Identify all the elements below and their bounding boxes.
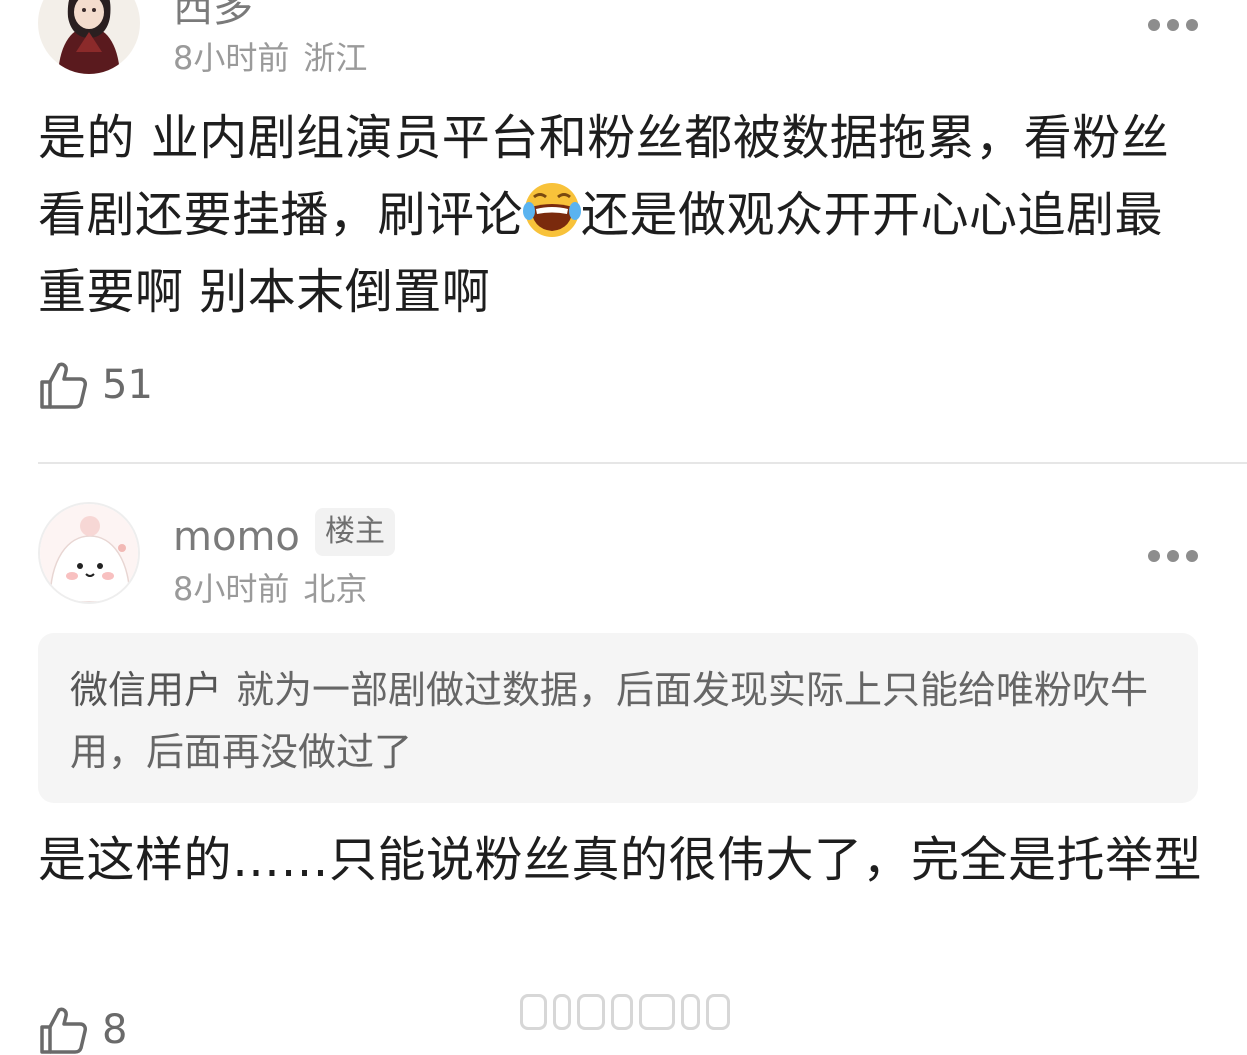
comment-time: 8小时前: [173, 570, 290, 608]
username[interactable]: momo: [173, 517, 300, 557]
comment-meta: 8小时前 浙江: [173, 42, 367, 74]
like-button[interactable]: 51: [38, 360, 153, 410]
quoted-author[interactable]: 微信用户: [70, 668, 222, 712]
thumbs-up-icon: [40, 1007, 87, 1054]
user-avatar[interactable]: [38, 502, 140, 604]
quoted-text: 就为一部剧做过数据，后面发现实际上只能给唯粉吹牛用，后面再没做过了: [70, 668, 1149, 774]
more-dots-icon: [1148, 550, 1160, 562]
more-options-button[interactable]: [1148, 549, 1198, 563]
more-options-button[interactable]: [1148, 18, 1198, 32]
laughing-crying-emoji-icon: [523, 181, 582, 239]
like-count: 51: [102, 362, 153, 408]
like-button[interactable]: 8: [38, 1005, 127, 1055]
comment-time: 8小时前: [173, 39, 290, 77]
user-avatar[interactable]: [38, 0, 140, 74]
op-badge: 楼主: [315, 508, 395, 556]
watermark: [520, 994, 730, 1030]
username[interactable]: 西多: [173, 0, 253, 28]
comment-location: 北京: [303, 570, 368, 608]
like-count: 8: [102, 1007, 128, 1053]
comment-text: 是的 业内剧组演员平台和粉丝都被数据拖累，看粉丝看剧还要挂播，刷评论 还是做观众…: [38, 100, 1203, 331]
comment-meta: 8小时前 北京: [173, 573, 367, 605]
more-dots-icon: [1148, 19, 1160, 31]
comment-location: 浙江: [303, 39, 368, 77]
comment-divider: [38, 462, 1247, 464]
thumbs-up-icon: [40, 362, 87, 409]
comment-text: 是这样的……只能说粉丝真的很伟大了，完全是托举型: [38, 832, 1203, 888]
quoted-reply[interactable]: 微信用户 就为一部剧做过数据，后面发现实际上只能给唯粉吹牛用，后面再没做过了: [38, 633, 1198, 803]
